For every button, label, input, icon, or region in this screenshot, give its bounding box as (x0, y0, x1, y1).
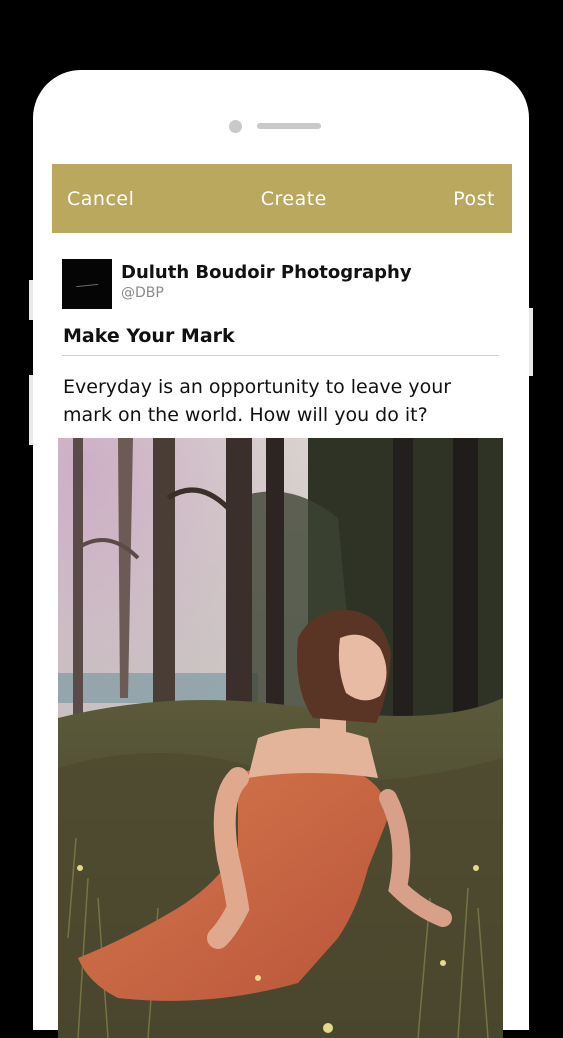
post-title[interactable]: Make Your Mark (63, 325, 235, 347)
side-button (29, 375, 33, 445)
cancel-button[interactable]: Cancel (67, 188, 134, 210)
photo-image (58, 438, 503, 1038)
post-button[interactable]: Post (453, 188, 495, 210)
author-name: Duluth Boudoir Photography (121, 262, 412, 283)
author-info: Duluth Boudoir Photography @DBP (121, 262, 412, 302)
side-button (529, 308, 533, 376)
title-divider (62, 355, 499, 356)
phone-frame: Cancel Create Post Duluth Boudoir Photog… (33, 70, 529, 1038)
signature-logo (75, 279, 99, 288)
author-header: Duluth Boudoir Photography @DBP (62, 259, 412, 309)
post-photo[interactable] (58, 438, 503, 1038)
top-nav-bar: Cancel Create Post (52, 164, 512, 233)
post-body[interactable]: Everyday is an opportunity to leave your… (63, 373, 503, 429)
nav-title: Create (260, 187, 327, 210)
camera-dot (229, 120, 242, 133)
side-button (29, 280, 33, 320)
author-handle: @DBP (121, 285, 164, 301)
avatar[interactable] (62, 259, 112, 309)
speaker-slot (257, 123, 321, 129)
